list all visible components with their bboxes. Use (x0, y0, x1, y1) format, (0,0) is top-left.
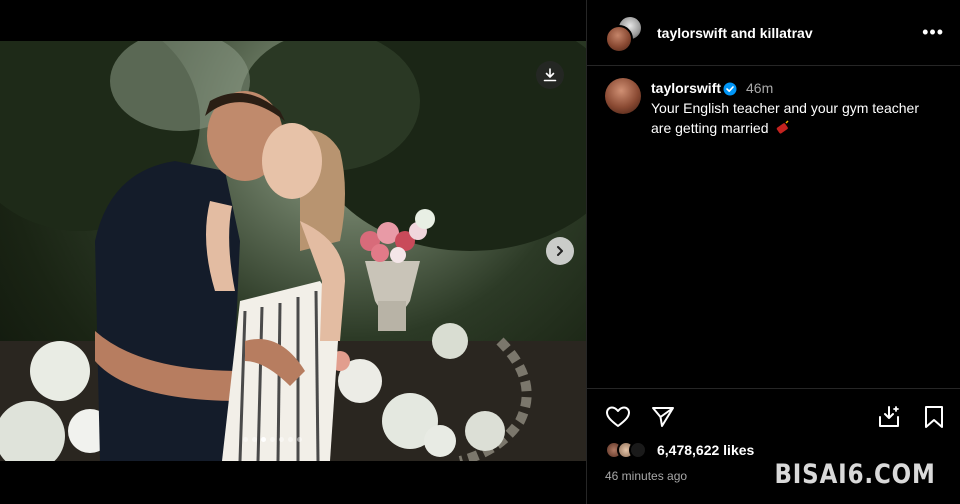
send-icon[interactable] (651, 405, 675, 429)
authors-separator: and (727, 24, 760, 41)
download-icon (543, 68, 557, 82)
verified-badge-icon (723, 82, 737, 96)
carousel-dot (261, 437, 266, 442)
carousel-dot (243, 437, 248, 442)
watermark: BISAI6.COM (774, 459, 936, 490)
heart-icon[interactable] (605, 405, 631, 429)
post-caption: taylorswift 46m Your English teacher and … (587, 66, 960, 138)
author-link-killatrav[interactable]: killatrav (760, 25, 813, 41)
post-header: taylorswift and killatrav ••• (587, 0, 960, 66)
post-photo[interactable] (0, 41, 586, 461)
photo-illustration (0, 41, 586, 461)
carousel-dot (252, 437, 257, 442)
author-link-taylorswift[interactable]: taylorswift (657, 25, 727, 41)
carousel-indicator (243, 437, 302, 442)
avatar (605, 24, 633, 53)
carousel-dot (279, 437, 284, 442)
collab-avatars[interactable] (605, 13, 645, 53)
more-options-button[interactable]: ••• (922, 22, 944, 43)
bookmark-icon[interactable] (923, 405, 945, 429)
post-authors: taylorswift and killatrav (657, 25, 813, 41)
download-button[interactable] (536, 61, 564, 89)
post-time-ago: 46 minutes ago (605, 469, 688, 483)
firecracker-emoji-icon (777, 120, 789, 134)
download-to-collection-icon[interactable] (877, 405, 901, 429)
carousel-dot (297, 437, 302, 442)
carousel-dot (288, 437, 293, 442)
carousel-dot (270, 437, 275, 442)
next-slide-button[interactable] (546, 237, 574, 265)
avatar (629, 441, 647, 459)
chevron-right-icon (557, 246, 563, 256)
caption-timestamp[interactable]: 46m (746, 80, 773, 96)
post-side-panel: taylorswift and killatrav ••• taylorswif… (586, 0, 960, 504)
avatar[interactable] (605, 78, 641, 114)
likes-summary[interactable]: 6,478,622 likes (605, 441, 754, 459)
caption-username[interactable]: taylorswift (651, 80, 721, 96)
likes-count[interactable]: 6,478,622 likes (657, 442, 754, 458)
post-media-panel (0, 0, 586, 504)
